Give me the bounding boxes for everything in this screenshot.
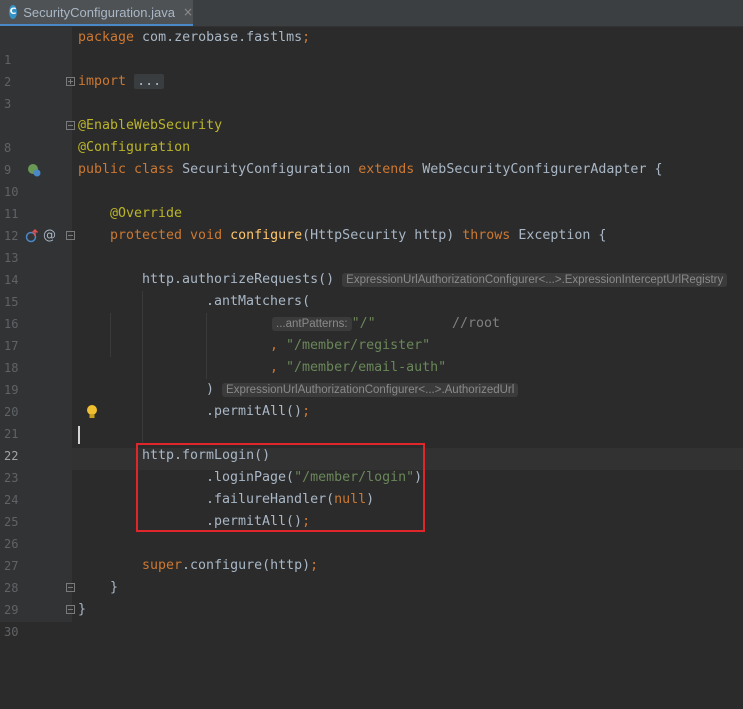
- code-text: .antMatchers(: [206, 294, 311, 309]
- code-text: http.authorizeRequests(): [142, 272, 335, 287]
- closing-brace: }: [110, 580, 119, 595]
- parent-class: WebSecurityConfigurerAdapter {: [422, 162, 663, 177]
- code-line: 21 .permitAll();: [0, 401, 743, 441]
- code-line: 13 @ protected void configure(HttpSecuri…: [0, 225, 743, 265]
- semicolon: ;: [310, 558, 319, 573]
- fold-end-icon[interactable]: [66, 605, 75, 614]
- tab-security-configuration[interactable]: C SecurityConfiguration.java ×: [0, 0, 193, 26]
- java-class-icon: C: [9, 5, 18, 19]
- code-line: 14: [0, 247, 743, 287]
- code-line: 22: [0, 423, 743, 463]
- line-number: 3: [4, 97, 12, 111]
- code-line: 9 @Configuration: [0, 137, 743, 177]
- parameters: (HttpSecurity http): [302, 228, 455, 243]
- code-line: 29 }: [0, 577, 743, 617]
- red-highlight-box: [136, 443, 425, 532]
- code-line: 28 super.configure(http);: [0, 555, 743, 595]
- close-icon[interactable]: ×: [183, 5, 193, 19]
- comment: //root: [452, 316, 501, 331]
- code-line: 20 ) ExpressionUrlAuthorizationConfigure…: [0, 379, 743, 419]
- code-line: 15 http.authorizeRequests() ExpressionUr…: [0, 269, 743, 309]
- package-name: com.zerobase.fastlms: [134, 30, 303, 45]
- code-text: ): [206, 382, 215, 397]
- code-line: 18 , "/member/register": [0, 335, 743, 375]
- semicolon: ;: [302, 404, 311, 419]
- annotation: @Configuration: [78, 140, 191, 155]
- editor-tab-bar: C SecurityConfiguration.java ×: [0, 0, 743, 27]
- inlay-type-hint: ExpressionUrlAuthorizationConfigurer<...…: [222, 383, 519, 397]
- fold-collapse-icon[interactable]: [66, 231, 75, 240]
- fold-end-icon[interactable]: [66, 583, 75, 592]
- code-line: 3 import ...: [0, 71, 743, 111]
- annotation: @EnableWebSecurity: [78, 118, 223, 133]
- string-literal: "/member/email-auth": [286, 360, 447, 375]
- keyword: public class: [78, 162, 175, 177]
- tab-label: SecurityConfiguration.java: [23, 4, 175, 20]
- code-line: 12 @Override: [0, 203, 743, 243]
- code-line: 27: [0, 533, 743, 573]
- package-statement: package com.zerobase.fastlms;: [78, 27, 310, 49]
- code-line: 30 }: [0, 599, 743, 639]
- keyword: extends: [358, 162, 415, 177]
- code-text: .configure(http): [182, 558, 311, 573]
- comma: ,: [270, 360, 279, 375]
- code-line: 11: [0, 181, 743, 221]
- method-name: configure: [230, 228, 303, 243]
- exception-type: Exception {: [518, 228, 607, 243]
- semicolon: ;: [302, 30, 311, 45]
- code-line: 19 , "/member/email-auth": [0, 357, 743, 397]
- code-line: 17 ...antPatterns: "/"//root: [0, 313, 743, 353]
- fold-collapse-icon[interactable]: [66, 121, 75, 130]
- keyword: throws: [462, 228, 511, 243]
- closing-brace: }: [78, 602, 87, 617]
- keyword: protected void: [110, 228, 223, 243]
- super-keyword: super: [142, 558, 183, 573]
- code-line: 10 public class SecurityConfiguration ex…: [0, 159, 743, 199]
- line-number: 30: [4, 625, 19, 639]
- code-text: .permitAll(): [206, 404, 303, 419]
- string-literal: "/member/register": [286, 338, 431, 353]
- code-line: 16 .antMatchers(: [0, 291, 743, 331]
- annotation: @Override: [110, 206, 183, 221]
- code-line: 8 @EnableWebSecurity: [0, 115, 743, 155]
- package-keyword: package: [78, 30, 135, 45]
- inlay-parameter-hint: ...antPatterns:: [272, 317, 352, 331]
- text-caret: [78, 426, 80, 444]
- at-annotation-icon[interactable]: @: [43, 225, 56, 247]
- import-keyword: import: [78, 74, 127, 89]
- class-name: SecurityConfiguration: [182, 162, 351, 177]
- code-line: 1 package com.zerobase.fastlms;: [0, 27, 743, 67]
- fold-expand-icon[interactable]: [66, 77, 75, 86]
- code-line: 2: [0, 49, 743, 89]
- code-editor[interactable]: 1 package com.zerobase.fastlms; 2 3 impo…: [0, 27, 743, 639]
- inlay-type-hint: ExpressionUrlAuthorizationConfigurer<...…: [342, 273, 728, 287]
- comma: ,: [270, 338, 279, 353]
- string-literal: "/": [351, 316, 376, 331]
- collapsed-imports[interactable]: ...: [134, 74, 165, 89]
